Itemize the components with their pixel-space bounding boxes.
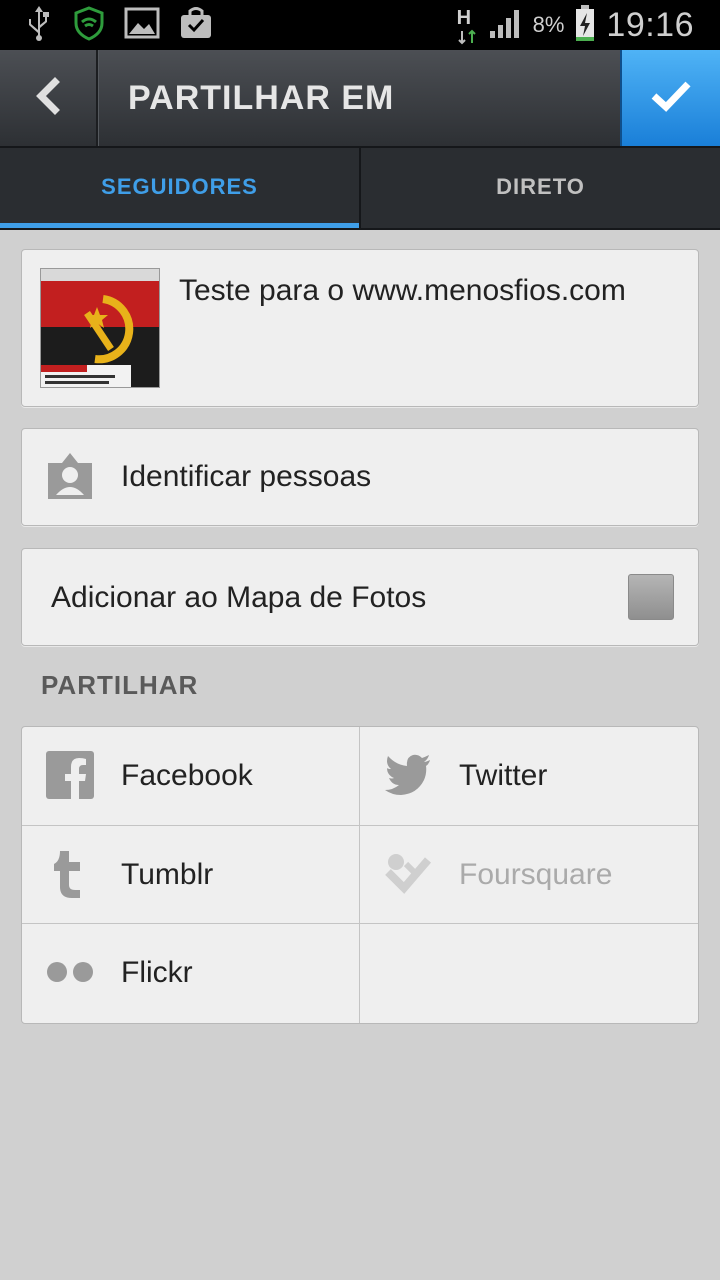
- chevron-left-icon: [33, 76, 63, 121]
- action-bar: PARTILHAR EM: [0, 50, 720, 148]
- flickr-icon: [46, 948, 94, 996]
- back-button[interactable]: [0, 50, 98, 146]
- share-twitter-label: Twitter: [459, 759, 548, 792]
- share-flickr[interactable]: Flickr: [22, 924, 360, 1023]
- share-facebook[interactable]: Facebook: [22, 727, 360, 826]
- audience-tabs: SEGUIDORES DIRETO: [0, 148, 720, 230]
- photo-map-label: Adicionar ao Mapa de Fotos: [51, 581, 427, 614]
- post-caption: Teste para o www.menosfios.com: [179, 274, 626, 307]
- share-section-title: PARTILHAR: [41, 670, 199, 700]
- tag-people-row[interactable]: Identificar pessoas: [21, 428, 699, 526]
- battery-percent: 8%: [532, 12, 565, 37]
- share-tumblr[interactable]: Tumblr: [22, 825, 360, 925]
- twitter-icon: [384, 751, 432, 799]
- clock: 19:16: [606, 5, 694, 44]
- confirm-button[interactable]: [620, 50, 720, 146]
- usb-icon: [24, 4, 54, 47]
- share-services-grid: Facebook Twitter Tumblr Foursquare Flick…: [21, 726, 699, 1024]
- post-thumbnail: [40, 268, 160, 388]
- facebook-icon: [46, 751, 94, 799]
- share-facebook-label: Facebook: [121, 759, 253, 792]
- checkmark-icon: [649, 78, 693, 119]
- photo-map-checkbox[interactable]: [628, 574, 674, 620]
- post-caption-card[interactable]: Teste para o www.menosfios.com: [21, 249, 699, 407]
- network-type-icon: H: [455, 3, 479, 47]
- network-type-label: H: [456, 7, 472, 29]
- gallery-icon: [124, 6, 160, 45]
- tumblr-icon: [46, 850, 94, 898]
- shield-icon: [72, 5, 106, 46]
- share-flickr-label: Flickr: [121, 956, 193, 990]
- tab-direto[interactable]: DIRETO: [359, 148, 720, 228]
- tab-seguidores[interactable]: SEGUIDORES: [0, 148, 359, 228]
- foursquare-icon: [384, 850, 432, 898]
- store-bag-icon: [178, 6, 214, 45]
- share-empty-cell: [360, 924, 698, 1023]
- person-tag-icon: [46, 451, 94, 506]
- photo-map-row[interactable]: Adicionar ao Mapa de Fotos: [21, 548, 699, 646]
- share-foursquare[interactable]: Foursquare: [360, 826, 698, 925]
- share-tumblr-label: Tumblr: [121, 857, 214, 891]
- signal-icon: [489, 7, 523, 44]
- page-title: PARTILHAR EM: [128, 79, 395, 117]
- tag-people-label: Identificar pessoas: [121, 460, 372, 493]
- status-bar: H 8% 19:16: [0, 0, 720, 50]
- share-twitter[interactable]: Twitter: [360, 727, 698, 826]
- share-foursquare-label: Foursquare: [459, 857, 613, 891]
- battery-charging-icon: [574, 4, 596, 47]
